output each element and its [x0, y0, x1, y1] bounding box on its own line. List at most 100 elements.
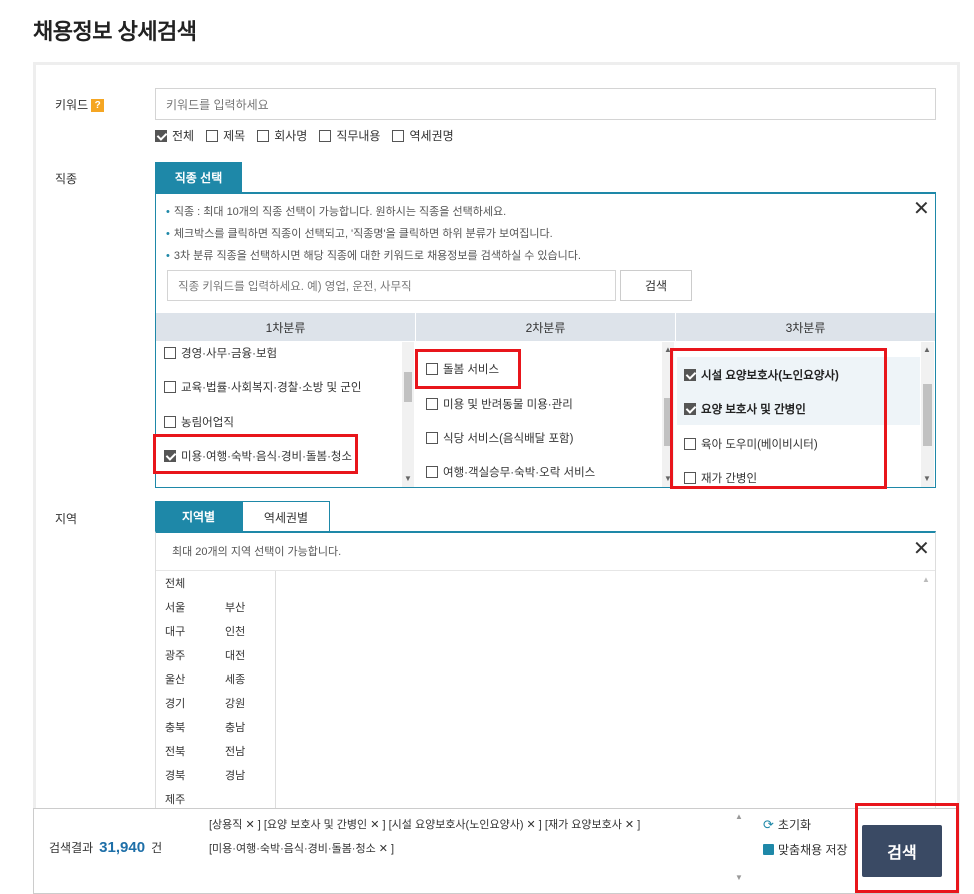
result-count: 31,940: [99, 839, 146, 856]
keyword-option-label: 역세권명: [409, 129, 454, 143]
col1-item[interactable]: 교육·법률·사회복지·경찰·소방 및 군인: [164, 379, 361, 395]
save-custom-button[interactable]: 맞춤채용 저장: [763, 841, 848, 858]
reset-label: 초기화: [777, 818, 812, 832]
region-item[interactable]: 경기: [165, 695, 225, 719]
tab-station[interactable]: 역세권별: [242, 501, 330, 532]
region-item[interactable]: 충남: [225, 719, 245, 743]
keyword-option-station[interactable]: 역세권명: [392, 127, 454, 144]
checkbox[interactable]: [164, 381, 176, 393]
scroll-up-icon[interactable]: ▲: [921, 575, 931, 584]
checkbox[interactable]: [164, 416, 176, 428]
col-header-1: 1차분류: [156, 313, 416, 341]
region-item[interactable]: 대구: [165, 623, 225, 647]
region-item[interactable]: 경남: [225, 767, 245, 791]
scrollbar-thumb[interactable]: [404, 372, 412, 402]
region-note: 최대 20개의 지역 선택이 가능합니다.: [172, 546, 342, 558]
page-title: 채용정보 상세검색: [33, 19, 197, 44]
reset-button[interactable]: ⟳ 초기화: [763, 816, 811, 833]
scroll-down-icon[interactable]: ▼: [403, 474, 413, 483]
keyword-option-label: 직무내용: [336, 129, 381, 143]
region-item[interactable]: 충북: [165, 719, 225, 743]
scrollbar[interactable]: [402, 342, 414, 487]
region-item[interactable]: 대전: [225, 647, 245, 671]
col1-item[interactable]: 경영·사무·금융·보험: [164, 345, 277, 361]
result-summary: 검색결과 31,940 건: [49, 839, 162, 856]
scroll-down-icon[interactable]: ▼: [734, 873, 744, 882]
region-box: [155, 531, 936, 811]
job-note-1: • 직종 : 최대 10개의 직종 선택이 가능합니다. 원하시는 직종을 선택하…: [166, 206, 507, 218]
tab-region[interactable]: 지역별: [155, 501, 242, 532]
scroll-down-icon[interactable]: ▼: [922, 474, 932, 483]
tags-scrollbar[interactable]: ▲ ▼: [734, 812, 744, 888]
region-label: 지역: [55, 512, 78, 526]
checkbox[interactable]: [164, 347, 176, 359]
checkbox[interactable]: [426, 466, 438, 478]
save-icon: [763, 844, 774, 855]
col2-item[interactable]: 식당 서비스(음식배달 포함): [426, 430, 573, 446]
job-note-2: • 체크박스를 클릭하면 직종이 선택되고, '직종명'을 클릭하면 하위 분류가…: [166, 228, 553, 240]
highlight-box: [670, 348, 887, 489]
note-text: 직종 : 최대 10개의 직종 선택이 가능합니다. 원하시는 직종을 선택하세…: [173, 206, 507, 218]
checkbox[interactable]: [206, 129, 219, 142]
checkbox-checked[interactable]: [155, 129, 167, 142]
item-label: 식당 서비스(음식배달 포함): [443, 433, 574, 445]
item-label: 여행·객실승무·숙박·오락 서비스: [443, 467, 596, 479]
refresh-icon: ⟳: [763, 816, 774, 832]
keyword-option-title[interactable]: 제목: [206, 127, 245, 144]
region-item[interactable]: 전남: [225, 743, 245, 767]
region-item[interactable]: 부산: [225, 599, 245, 623]
checkbox[interactable]: [392, 129, 405, 142]
note-text: 체크박스를 클릭하면 직종이 선택되고, '직종명'을 클릭하면 하위 분류가 …: [173, 228, 553, 240]
checkbox[interactable]: [257, 129, 270, 142]
region-item[interactable]: 인천: [225, 623, 245, 647]
col1-item[interactable]: 농림어업직: [164, 414, 234, 430]
divider: [156, 570, 935, 571]
col2-item[interactable]: 여행·객실승무·숙박·오락 서비스: [426, 464, 595, 480]
region-item[interactable]: 광주: [165, 647, 225, 671]
selected-tags-row2[interactable]: [미용·여행·숙박·음식·경비·돌봄·청소 ✕ ]: [209, 840, 394, 856]
keyword-options: 전체 제목 회사명 직무내용 역세권명: [155, 127, 466, 144]
region-item[interactable]: 경북: [165, 767, 225, 791]
region-list: 서울 부산 대구 인천 광주 대전 울산 세종 경기 강원 충북 충남 전북 전남 경북 경남 …: [165, 599, 245, 815]
job-label: 직종: [55, 172, 78, 186]
region-item[interactable]: 세종: [225, 671, 245, 695]
checkbox[interactable]: [426, 432, 438, 444]
scroll-up-icon[interactable]: ▲: [922, 345, 932, 354]
col-header-2: 2차분류: [416, 313, 676, 341]
keyword-input[interactable]: 키워드를 입력하세요: [155, 88, 936, 120]
highlight-box: [855, 803, 959, 893]
region-item[interactable]: 전북: [165, 743, 225, 767]
checkbox[interactable]: [426, 398, 438, 410]
item-label: 농림어업직: [181, 417, 234, 429]
scroll-up-icon[interactable]: ▲: [734, 812, 744, 821]
item-label: 교육·법률·사회복지·경찰·소방 및 군인: [181, 382, 362, 394]
region-item[interactable]: 서울: [165, 599, 225, 623]
result-label: 검색결과: [49, 841, 94, 855]
job-search-button[interactable]: 검색: [620, 270, 692, 301]
close-icon[interactable]: ✕: [913, 539, 930, 559]
scrollbar-thumb[interactable]: [923, 384, 932, 446]
job-note-3: • 3차 분류 직종을 선택하시면 해당 직종에 대한 키워드로 채용정보를 검색…: [166, 250, 581, 262]
keyword-option-all[interactable]: 전체: [155, 127, 194, 144]
item-label: 경영·사무·금융·보험: [181, 348, 278, 360]
job-keyword-input[interactable]: 직종 키워드를 입력하세요. 예) 영업, 운전, 사무직: [167, 270, 616, 301]
col-header-3: 3차분류: [676, 313, 935, 341]
keyword-option-label: 회사명: [274, 129, 308, 143]
keyword-option-duty[interactable]: 직무내용: [319, 127, 380, 144]
save-label: 맞춤채용 저장: [778, 843, 848, 857]
region-item[interactable]: 강원: [225, 695, 245, 719]
item-label: 미용 및 반려동물 미용·관리: [443, 399, 573, 411]
close-icon[interactable]: ✕: [913, 199, 930, 219]
checkbox[interactable]: [319, 129, 332, 142]
help-icon[interactable]: ?: [91, 99, 105, 113]
region-item[interactable]: 울산: [165, 671, 225, 695]
keyword-label: 키워드?: [55, 96, 105, 113]
keyword-option-company[interactable]: 회사명: [257, 127, 307, 144]
keyword-option-label: 전체: [172, 129, 195, 143]
tab-job-select[interactable]: 직종 선택: [155, 162, 242, 192]
selected-tags-row1[interactable]: [상용직 ✕ ] [요양 보호사 및 간병인 ✕ ] [시설 요양보호사(노인요…: [209, 816, 640, 832]
region-all[interactable]: 전체: [165, 575, 185, 591]
keyword-label-text: 키워드: [55, 98, 89, 112]
note-text: 3차 분류 직종을 선택하시면 해당 직종에 대한 키워드로 채용정보를 검색하…: [173, 250, 581, 262]
col2-item[interactable]: 미용 및 반려동물 미용·관리: [426, 396, 573, 412]
